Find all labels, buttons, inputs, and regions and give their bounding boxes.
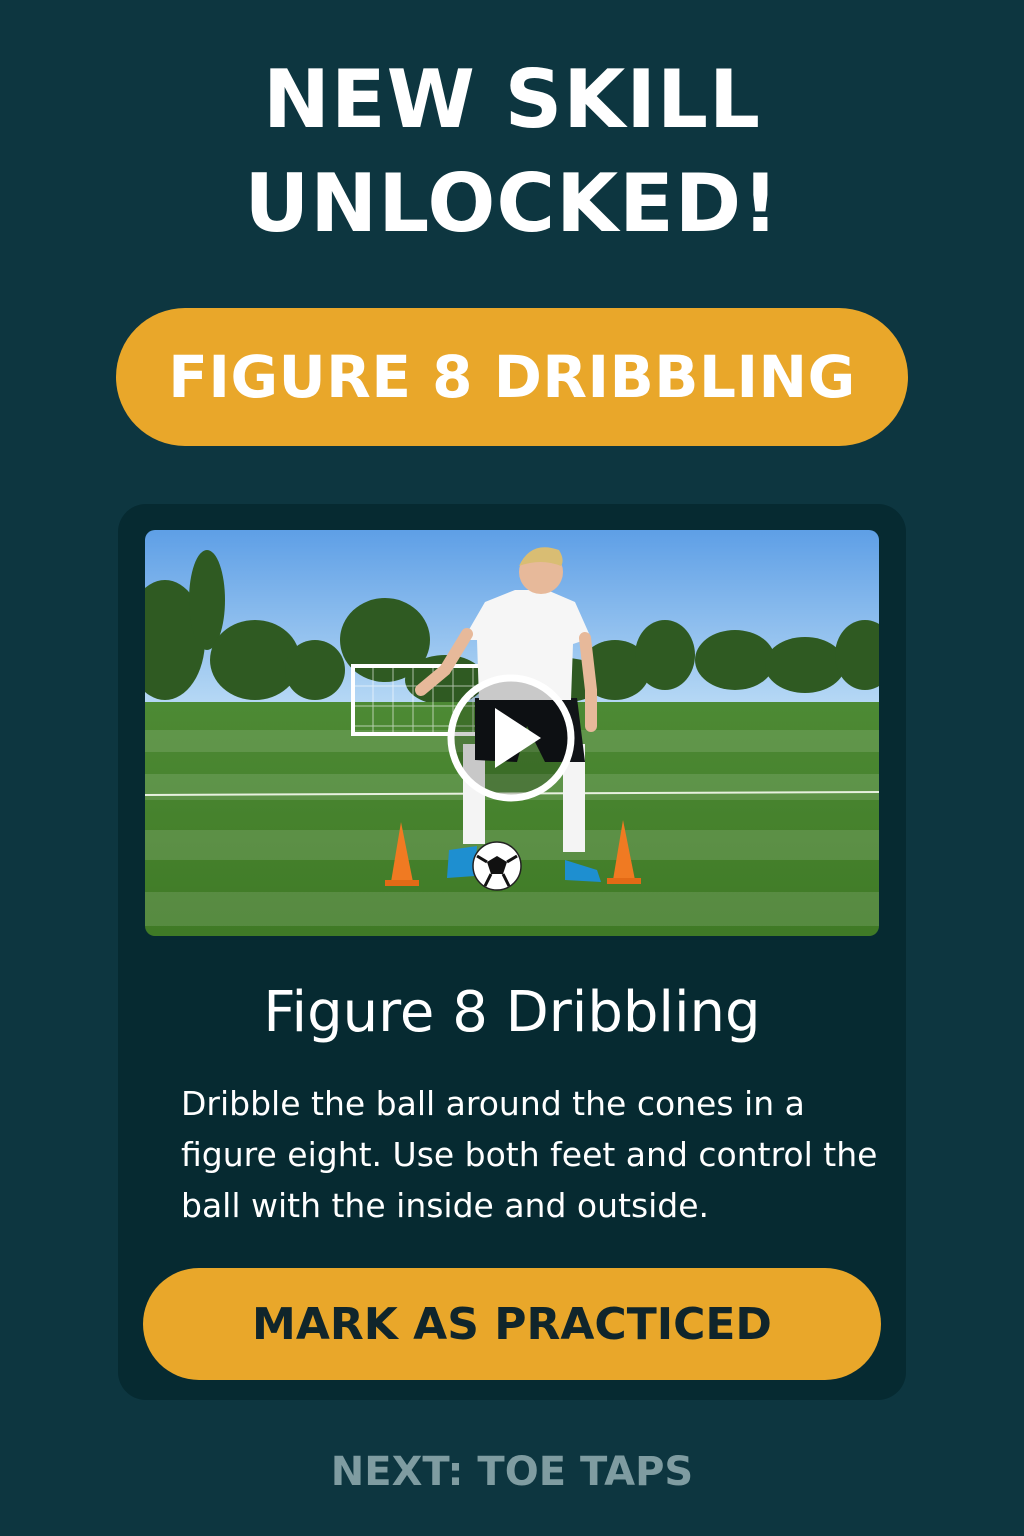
page-title: NEW SKILL UNLOCKED! xyxy=(0,48,1024,256)
soccer-ball xyxy=(472,841,522,891)
skill-card: Figure 8 Dribbling Dribble the ball arou… xyxy=(118,504,906,1400)
page-title-line-2: UNLOCKED! xyxy=(244,157,780,250)
skill-name-badge: FIGURE 8 DRIBBLING xyxy=(116,308,908,446)
skill-description: Dribble the ball around the cones in a f… xyxy=(181,1084,878,1225)
skill-unlocked-screen: NEW SKILL UNLOCKED! FIGURE 8 DRIBBLING F… xyxy=(0,0,1024,1536)
next-skill-link[interactable]: NEXT: TOE TAPS xyxy=(0,1444,1024,1500)
video-player[interactable] xyxy=(145,530,879,936)
page-title-line-1: NEW SKILL xyxy=(262,53,762,146)
play-icon xyxy=(447,674,575,802)
mark-as-practiced-button[interactable]: MARK AS PRACTICED xyxy=(143,1268,881,1380)
skill-title: Figure 8 Dribbling xyxy=(263,980,761,1045)
video-thumbnail xyxy=(145,530,879,936)
